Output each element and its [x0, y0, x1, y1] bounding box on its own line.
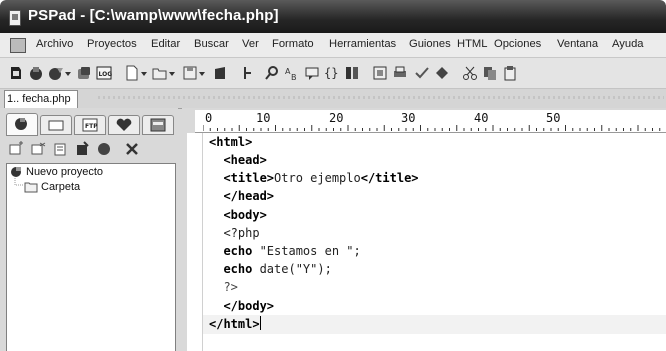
side-panel-tabs: FTP — [6, 113, 176, 136]
cut-icon[interactable] — [462, 65, 478, 81]
ruler-mark: 20 — [329, 111, 344, 125]
project-icon — [11, 167, 21, 177]
app-window: PSPad - [C:\wamp\www\fecha.php] Archivo … — [0, 0, 666, 351]
code-line: <title>Otro ejemplo</title> — [209, 171, 419, 185]
menu-guiones[interactable]: Guiones — [409, 38, 451, 50]
menu-editar[interactable]: Editar — [151, 38, 180, 50]
record-icon[interactable] — [96, 141, 112, 157]
current-line-highlight — [203, 315, 666, 334]
files-tab-icon — [48, 120, 64, 131]
save-all-icon[interactable] — [28, 65, 44, 81]
save-icon[interactable] — [182, 65, 198, 81]
code-line: </body> — [209, 299, 275, 313]
open-icon[interactable] — [8, 65, 24, 81]
code-line: <?php — [209, 226, 260, 240]
add-file-icon[interactable] — [30, 141, 46, 157]
project-tab-icon — [15, 118, 27, 130]
svg-text:LOG: LOG — [99, 71, 113, 78]
menu-html[interactable]: HTML — [457, 38, 487, 50]
svg-text:B: B — [291, 73, 297, 81]
dropdown-arrow-icon[interactable] — [140, 65, 148, 81]
menu-proyectos[interactable]: Proyectos — [87, 38, 137, 50]
book-icon[interactable] — [344, 65, 360, 81]
document-tab-bar: 1.. fecha.php — [0, 89, 666, 109]
search-icon[interactable] — [264, 65, 280, 81]
pipe-icon[interactable] — [240, 65, 256, 81]
window-title: PSPad - [C:\wamp\www\fecha.php] — [28, 7, 279, 24]
menu-ventana[interactable]: Ventana — [557, 38, 598, 50]
add-folder-icon[interactable] — [52, 141, 68, 157]
code-line: <body> — [209, 208, 267, 222]
code-line: </html> — [209, 316, 261, 331]
project-panel: FTP Nuevo proyecto Carpeta — [0, 108, 178, 351]
menu-buscar[interactable]: Buscar — [194, 38, 229, 50]
ruler-mark: 30 — [401, 111, 416, 125]
ruler-mark: 0 — [205, 111, 213, 125]
code-line: echo "Estamos en "; — [209, 244, 361, 258]
tab-bar-divider — [98, 96, 664, 99]
ruler-mark: 50 — [546, 111, 561, 125]
menu-formato[interactable]: Formato — [272, 38, 314, 50]
dropdown-arrow-icon[interactable] — [198, 65, 206, 81]
new-project-icon[interactable] — [8, 141, 24, 157]
text-caret — [259, 316, 261, 330]
svg-text:FTP: FTP — [85, 123, 98, 130]
reload-icon[interactable] — [76, 65, 92, 81]
log-icon[interactable]: LOG — [96, 65, 112, 81]
menu-archivo[interactable]: Archivo — [36, 38, 73, 50]
tab-project[interactable] — [6, 113, 38, 136]
project-toolbar — [8, 141, 173, 161]
preview-icon[interactable] — [372, 65, 388, 81]
tab-ftp[interactable]: FTP — [74, 115, 106, 135]
svg-text:{}: {} — [324, 66, 338, 80]
pspad-app-icon — [9, 10, 21, 26]
ftp-tab-icon: FTP — [82, 118, 98, 132]
menu-ayuda[interactable]: Ayuda — [612, 38, 644, 50]
tab-favorites[interactable] — [108, 115, 140, 135]
tab-fecha-php[interactable]: 1.. fecha.php — [4, 90, 78, 109]
favorites-tab-icon — [116, 118, 132, 131]
html-icon[interactable] — [434, 65, 450, 81]
code-line: </head> — [209, 189, 275, 203]
menu-opciones[interactable]: Opciones — [494, 38, 541, 50]
ruler-mark: 40 — [474, 111, 489, 125]
menu-ver[interactable]: Ver — [242, 38, 259, 50]
ruler-ticks — [203, 125, 661, 131]
dropdown-arrow-icon[interactable] — [64, 65, 72, 81]
menu-herramientas[interactable]: Herramientas — [329, 38, 396, 50]
code-editor[interactable]: <html> <head> <title>Otro ejemplo</title… — [203, 133, 666, 351]
column-ruler: 0 10 20 30 40 50 — [195, 110, 666, 133]
ruler-mark: 10 — [256, 111, 271, 125]
tab-files[interactable] — [40, 115, 72, 135]
new-icon[interactable] — [48, 65, 64, 81]
explorer-tab-icon — [150, 118, 166, 132]
project-tree: Nuevo proyecto Carpeta — [6, 163, 176, 351]
remove-icon[interactable] — [74, 141, 90, 157]
title-bar: PSPad - [C:\wamp\www\fecha.php] — [0, 0, 666, 33]
code-line: <head> — [209, 153, 267, 167]
code-line: echo date("Y"); — [209, 262, 332, 276]
window-menu-icon[interactable] — [10, 38, 26, 53]
code-line: <html> — [209, 135, 253, 149]
print-icon[interactable] — [392, 65, 408, 81]
toolbar: LOG AB {} — [0, 58, 666, 89]
open-file-icon[interactable] — [152, 65, 168, 81]
tab-explorer[interactable] — [142, 115, 174, 135]
editor-gutter — [187, 133, 203, 351]
code-line: ?> — [209, 280, 238, 294]
tree-item-project[interactable]: Nuevo proyecto — [26, 166, 103, 178]
bookmark-icon[interactable] — [212, 65, 228, 81]
paste-icon[interactable] — [502, 65, 518, 81]
comment-icon[interactable] — [304, 65, 320, 81]
copy-icon[interactable] — [482, 65, 498, 81]
dropdown-arrow-icon[interactable] — [168, 65, 176, 81]
check-icon[interactable] — [414, 65, 430, 81]
settings-icon[interactable] — [124, 141, 140, 157]
tree-item-folder[interactable]: Carpeta — [41, 181, 80, 193]
new-file-icon[interactable] — [124, 65, 140, 81]
folder-icon — [24, 182, 38, 193]
braces-icon[interactable]: {} — [324, 65, 340, 81]
menu-bar: Archivo Proyectos Editar Buscar Ver Form… — [0, 33, 666, 58]
replace-icon[interactable]: AB — [284, 65, 300, 81]
